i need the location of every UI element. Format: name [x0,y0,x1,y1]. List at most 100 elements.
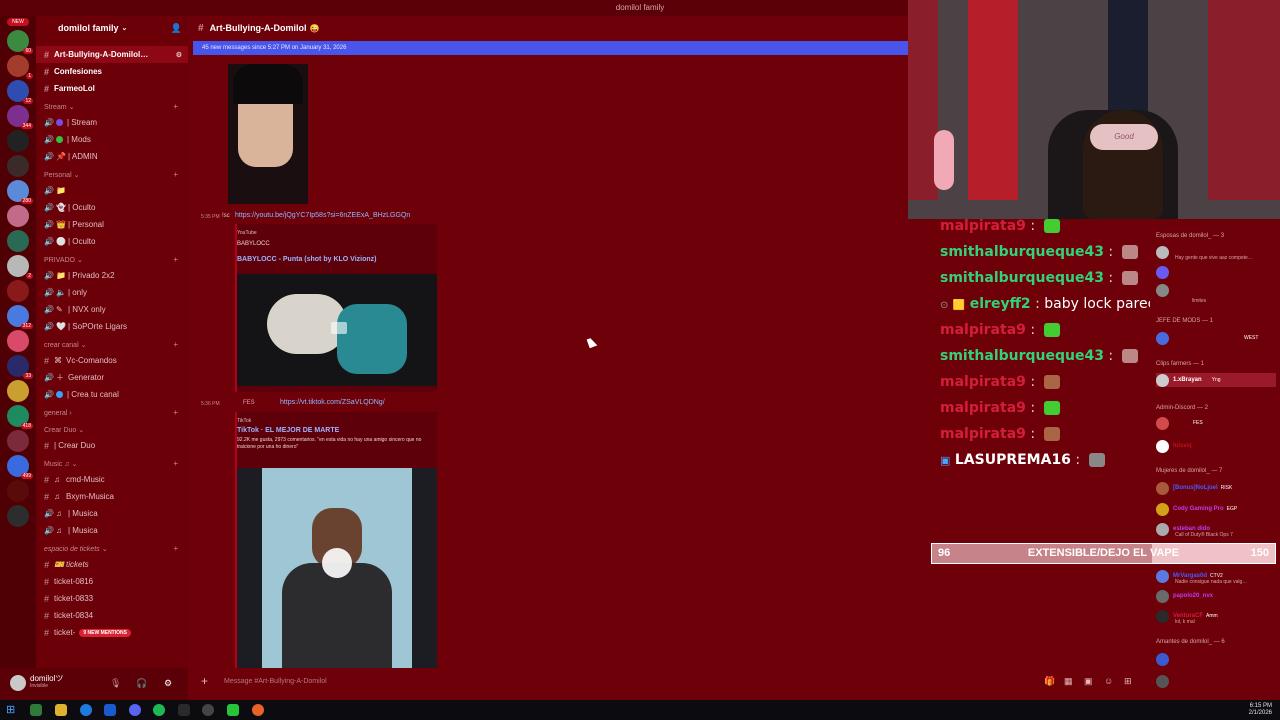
member-row[interactable] [1156,245,1175,259]
message-link[interactable]: https://youtu.be/jQgYC7Ip58s?si=6nZEExA_… [235,212,410,219]
voice-channel[interactable]: 🔊 📌 | ADMIN [36,148,188,165]
video-thumbnail[interactable] [237,468,437,668]
gift-icon[interactable]: 🎁 [1044,676,1055,687]
server-icon[interactable]: 499 [7,455,33,479]
add-channel-icon[interactable]: + [173,340,178,349]
voice-channel[interactable]: 🔊 | Mods [36,131,188,148]
voice-channel[interactable]: 🔊 📁 | Privado 2x2 [36,267,188,284]
category-header[interactable]: crear canal ⌄ + [36,335,188,352]
spotify-icon[interactable] [153,704,165,716]
server-icon[interactable] [7,205,29,227]
add-channel-icon[interactable]: + [173,102,178,111]
add-channel-icon[interactable]: + [173,459,178,468]
obs-icon[interactable] [202,704,214,716]
server-icon[interactable]: 418 [7,405,33,429]
embed-title[interactable]: TikTok · EL MEJOR DE MARTE [237,427,339,434]
new-mentions-pill[interactable]: 9 NEW MENTIONS [79,628,131,637]
apps-icon[interactable]: ⊞ [1124,676,1132,687]
channel-item[interactable]: # FarmeoLol [36,80,188,97]
app-icon[interactable] [30,704,42,716]
member-row[interactable]: 1.xBrayan Yng [1156,373,1276,387]
member-row[interactable]: WEST [1156,331,1258,345]
text-channel[interactable]: # ♫ cmd-Music [36,471,188,488]
category-header[interactable]: Stream ⌄ + [36,97,188,114]
voice-channel[interactable]: 🔊 👻 | Oculto [36,199,188,216]
text-channel[interactable]: # | Crear Duo [36,437,188,454]
text-channel[interactable]: # ticket- 9 NEW MENTIONS [36,624,188,641]
emoji-picker-icon[interactable]: ☺ [1104,676,1113,686]
voice-channel[interactable]: 🔊 | Crea tu canal [36,386,188,403]
member-row[interactable]: Cody Gaming Pro EGP [1156,502,1237,516]
member-row[interactable]: papolo20_nvx [1156,589,1213,603]
server-icon[interactable] [7,130,29,152]
text-channel[interactable]: # 🎫 tickets [36,556,188,573]
new-messages-bar[interactable]: 45 new messages since 5:27 PM on January… [193,41,908,55]
server-icon[interactable]: 312 [7,305,33,329]
attach-plus-icon[interactable]: + [201,674,208,688]
member-row[interactable] [1156,265,1173,279]
category-header[interactable]: Crear Duo ⌄ [36,420,188,437]
server-icon[interactable] [7,230,29,252]
server-icon[interactable] [7,505,29,527]
text-channel[interactable]: # ticket-0834 [36,607,188,624]
server-icon[interactable]: 60 [7,30,33,54]
voice-channel[interactable]: 🔊 ♫ | Musica [36,505,188,522]
app-icon[interactable] [104,704,116,716]
play-icon[interactable] [322,548,352,578]
server-icon[interactable] [7,380,29,402]
add-channel-icon[interactable]: + [173,170,178,179]
member-row[interactable] [1156,283,1173,297]
gear-icon[interactable]: ⚙ [164,678,172,689]
deafen-icon[interactable]: 🎧 [136,678,147,689]
app-icon[interactable] [227,704,239,716]
category-header[interactable]: Personal ⌄ + [36,165,188,182]
avatar[interactable] [10,675,26,691]
server-icon[interactable]: 2 [7,255,33,279]
message-author[interactable]: FES [243,400,255,406]
category-header[interactable]: Music ♫ ⌄ + [36,454,188,471]
text-channel[interactable]: # ticket-0816 [36,573,188,590]
member-row[interactable] [1156,652,1173,666]
category-header[interactable]: espacio de tickets ⌄ + [36,539,188,556]
voice-channel[interactable]: 🔊 ✎ | NVX only [36,301,188,318]
play-icon[interactable] [331,322,347,334]
server-icon[interactable] [7,430,29,452]
server-icon[interactable]: 1 [7,55,33,79]
add-channel-icon[interactable]: + [173,255,178,264]
server-icon[interactable]: 344 [7,105,33,129]
voice-channel[interactable]: 🔊 ♫ | Musica [36,522,188,539]
text-channel[interactable]: # ticket-0833 [36,590,188,607]
voice-channel[interactable]: 🔊 | Stream [36,114,188,131]
gif-icon[interactable]: ▦ [1064,676,1073,687]
text-channel[interactable]: # ⌘ Vc-Comandos [36,352,188,369]
new-pill[interactable]: NEW [7,18,29,26]
add-channel-icon[interactable]: + [173,544,178,553]
member-row[interactable] [1156,674,1173,688]
voice-channel[interactable]: 🔊 📁 [36,182,188,199]
embed-author[interactable]: BABYLOCC [237,241,270,247]
system-clock[interactable]: 6:15 PM 2/1/2026 [1249,703,1272,717]
voice-channel[interactable]: 🔊 👑 | Personal [36,216,188,233]
category-header[interactable]: PRIVADO ⌄ + [36,250,188,267]
server-icon[interactable]: 280 [7,180,33,204]
video-thumbnail[interactable] [237,274,437,386]
voice-channel[interactable]: 🔊 🔈 | only [36,284,188,301]
server-icon[interactable] [7,480,29,502]
app-icon[interactable] [178,704,190,716]
channel-settings-icon[interactable]: ⚙ [176,51,182,59]
chrome-icon[interactable] [252,704,264,716]
server-icon[interactable]: 33 [7,355,33,379]
mute-mic-icon[interactable]: 🎙 [110,678,121,689]
server-icon[interactable] [7,155,29,177]
server-icon[interactable] [7,280,29,302]
channel-item[interactable]: # Art-Bullying-A-Domilol… ⚙ [36,46,188,63]
voice-channel[interactable]: 🔊 🤍 | SoPOrte Ligars [36,318,188,335]
member-row[interactable]: FES [1156,416,1203,430]
voice-channel[interactable]: 🔊 ＋ Generator [36,369,188,386]
sticker-icon[interactable]: ▣ [1084,676,1093,687]
category-header[interactable]: general › + [36,403,188,420]
add-channel-icon[interactable]: + [173,408,178,417]
message-link[interactable]: https://vt.tiktok.com/ZSaVLQDNg/ [280,399,385,406]
message-author[interactable]: !sc [222,213,230,219]
embed-title[interactable]: BABYLOCC - Punta (shot by KLO Vizionz) [237,256,376,263]
